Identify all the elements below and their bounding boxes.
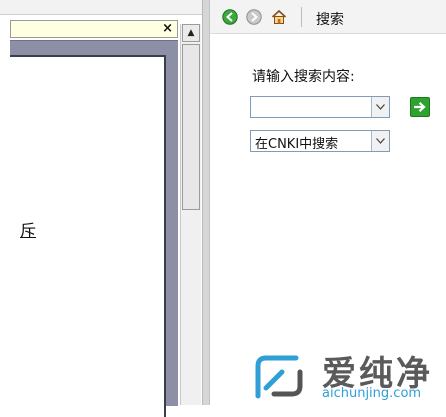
chevron-down-icon xyxy=(376,104,385,110)
scrollbar-thumb[interactable] xyxy=(182,44,200,210)
search-toolbar: 搜索 xyxy=(210,0,446,34)
go-arrow-icon xyxy=(414,101,426,113)
forward-icon[interactable] xyxy=(246,9,262,25)
left-top-strip xyxy=(0,0,202,15)
document-text-fragment: 斥 xyxy=(20,221,37,240)
close-icon[interactable]: × xyxy=(162,20,173,38)
query-dropdown-button[interactable] xyxy=(371,97,389,117)
scope-dropdown-button[interactable] xyxy=(371,131,389,151)
search-go-button[interactable] xyxy=(410,97,430,117)
toolbar-separator xyxy=(301,7,302,27)
pane-splitter[interactable] xyxy=(202,0,210,405)
scroll-up-button[interactable]: ▲ xyxy=(182,24,200,42)
back-icon[interactable] xyxy=(222,9,238,25)
info-bar: × xyxy=(10,20,178,38)
scroll-up-icon: ▲ xyxy=(187,28,195,38)
document-page: 斥 xyxy=(10,55,166,417)
search-panel-title: 搜索 xyxy=(316,12,344,28)
watermark-logo-icon xyxy=(255,355,303,399)
search-query-combobox[interactable] xyxy=(250,96,390,118)
search-pane: 搜索 请输入搜索内容: 在CNKI中搜索 xyxy=(210,0,446,405)
chevron-down-icon xyxy=(376,138,385,144)
vertical-scrollbar[interactable]: ▲ xyxy=(180,24,201,405)
search-scope-value: 在CNKI中搜索 xyxy=(255,137,339,152)
document-viewer: 斥 xyxy=(10,40,178,417)
home-icon[interactable] xyxy=(271,9,287,25)
document-pane: × 斥 ▲ xyxy=(0,0,202,417)
search-prompt-label: 请输入搜索内容: xyxy=(252,69,355,85)
search-scope-select[interactable]: 在CNKI中搜索 xyxy=(250,130,390,152)
watermark-url: aichunjing.com xyxy=(322,386,422,401)
